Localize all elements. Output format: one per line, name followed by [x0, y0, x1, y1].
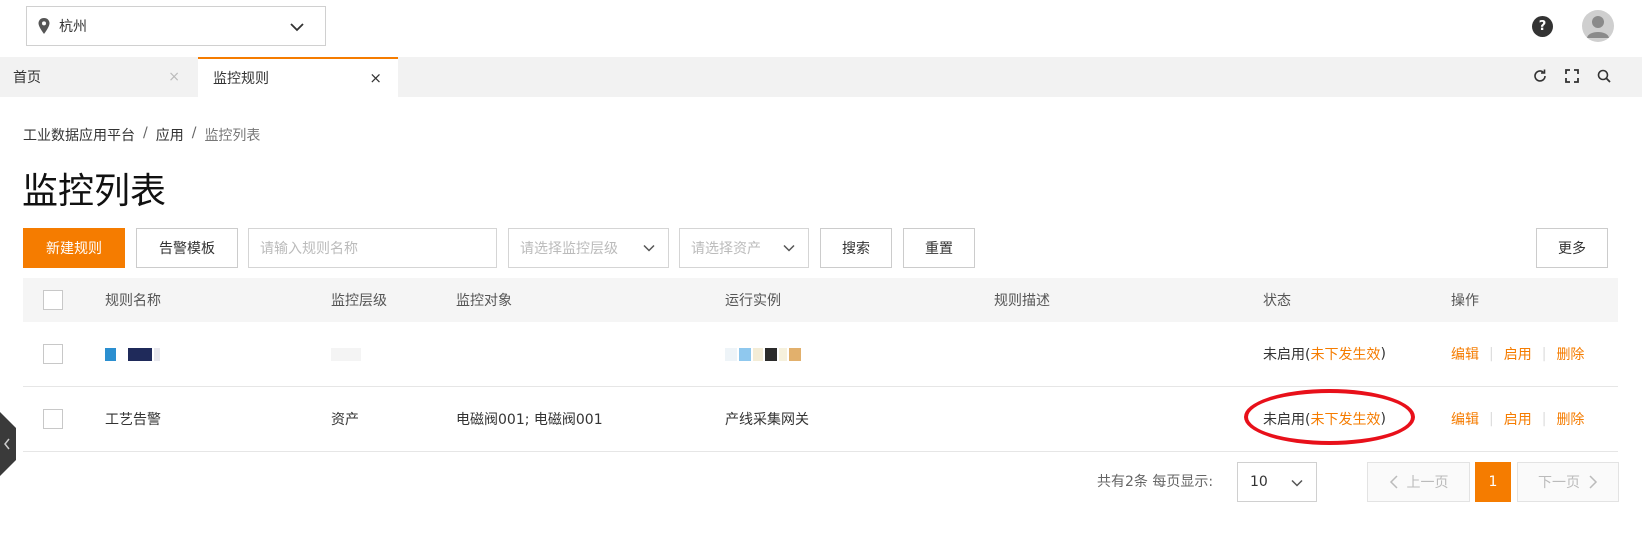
column-header: 操作 [1451, 293, 1479, 309]
tab-bar: 首页 × 监控规则 × [0, 57, 1642, 97]
prev-page-button[interactable]: 上一页 [1367, 462, 1470, 502]
monitor-level-placeholder: 请选择监控层级 [520, 241, 618, 257]
redacted-text [725, 347, 801, 361]
tab-monitor-rules[interactable]: 监控规则 × [198, 57, 398, 97]
column-header: 规则名称 [105, 293, 161, 309]
column-header: 监控层级 [331, 293, 387, 309]
fullscreen-icon[interactable] [1564, 68, 1580, 84]
actions-cell: 编辑 | 启用 | 删除 [1451, 322, 1584, 386]
divider: | [1541, 346, 1547, 362]
page-number-current[interactable]: 1 [1475, 462, 1511, 502]
row-checkbox-cell [43, 322, 63, 386]
select-all-checkbox[interactable] [43, 290, 63, 310]
rule-name-placeholder: 请输入规则名称 [260, 241, 358, 257]
reset-button[interactable]: 重置 [903, 228, 975, 268]
object-cell: 电磁阀001; 电磁阀001 [456, 412, 603, 428]
table-row[interactable]: 未启用(未下发生效) 编辑 | 启用 | 删除 [23, 322, 1618, 387]
edit-link[interactable]: 编辑 [1451, 409, 1479, 429]
status-sub-text: 未下发生效 [1310, 412, 1381, 428]
breadcrumb: 工业数据应用平台 / 应用 / 监控列表 [23, 125, 260, 145]
enable-link[interactable]: 启用 [1504, 344, 1532, 364]
chevron-down-icon [643, 244, 655, 252]
page-title: 监控列表 [22, 171, 167, 212]
prev-page-label: 上一页 [1406, 475, 1449, 491]
chevron-down-icon [290, 23, 304, 32]
table-header: 规则名称 监控层级 监控对象 运行实例 规则描述 状态 操作 [23, 278, 1618, 322]
close-icon[interactable]: × [168, 69, 180, 85]
more-button[interactable]: 更多 [1536, 228, 1608, 268]
rule-name-cell [105, 322, 160, 386]
status-cell: 未启用(未下发生效) [1263, 322, 1386, 386]
city-select-value: 杭州 [59, 19, 87, 35]
chevron-down-icon [783, 244, 795, 252]
city-select[interactable]: 杭州 [26, 6, 326, 46]
row-checkbox-cell [43, 387, 63, 451]
redacted-text [105, 347, 160, 361]
level-cell [331, 322, 361, 386]
alarm-template-button[interactable]: 告警模板 [136, 228, 238, 268]
divider: | [1489, 411, 1494, 427]
pagination-total-text: 共有2条 每页显示: [1097, 474, 1214, 490]
level-cell: 资产 [331, 412, 359, 428]
enable-link[interactable]: 启用 [1504, 409, 1532, 429]
page-size-select[interactable]: 10 [1237, 462, 1317, 502]
row-checkbox[interactable] [43, 344, 63, 364]
top-bar: 杭州 ? [0, 0, 1642, 56]
search-button[interactable]: 搜索 [820, 228, 892, 268]
status-text: 未启用( [1263, 412, 1311, 428]
divider: | [1541, 411, 1547, 427]
breadcrumb-separator: / [191, 125, 197, 141]
breadcrumb-item-platform[interactable]: 工业数据应用平台 [23, 125, 135, 145]
location-pin-icon [38, 18, 50, 34]
help-icon[interactable]: ? [1532, 16, 1553, 37]
breadcrumb-separator: / [143, 125, 148, 141]
delete-link[interactable]: 删除 [1556, 409, 1584, 429]
page-size-value: 10 [1250, 474, 1268, 490]
asset-placeholder: 请选择资产 [691, 241, 761, 257]
select-all-cell [43, 278, 63, 322]
status-text: 未启用( [1263, 347, 1311, 363]
column-header: 状态 [1263, 293, 1291, 309]
breadcrumb-item-current: 监控列表 [204, 128, 261, 144]
actions-cell: 编辑 | 启用 | 删除 [1451, 387, 1584, 451]
chevron-right-icon [1589, 475, 1598, 489]
refresh-icon[interactable] [1532, 68, 1548, 84]
status-sub-text: 未下发生效 [1310, 347, 1381, 363]
close-icon[interactable]: × [369, 69, 382, 87]
tab-home-label: 首页 [13, 70, 41, 86]
tab-home[interactable]: 首页 × [0, 57, 196, 97]
rules-table: 规则名称 监控层级 监控对象 运行实例 规则描述 状态 操作 未启用(未下发生… [23, 278, 1618, 452]
instance-cell: 产线采集网关 [725, 412, 809, 428]
chevron-left-icon [4, 438, 10, 450]
table-row[interactable]: 工艺告警 资产 电磁阀001; 电磁阀001 产线采集网关 未启用(未下发生效)… [23, 387, 1618, 452]
breadcrumb-item-app[interactable]: 应用 [156, 125, 184, 145]
user-avatar-icon[interactable] [1582, 10, 1614, 42]
column-header: 运行实例 [725, 293, 781, 309]
chevron-left-icon [1389, 475, 1398, 489]
status-close: ) [1380, 346, 1386, 362]
next-page-button[interactable]: 下一页 [1517, 462, 1619, 502]
rule-name-cell: 工艺告警 [105, 412, 161, 428]
toolbar: 新建规则 告警模板 请输入规则名称 请选择监控层级 请选择资产 搜索 重置 更多 [23, 228, 1609, 268]
tab-monitor-rules-label: 监控规则 [213, 71, 269, 87]
column-header: 规则描述 [994, 293, 1050, 309]
sidebar-toggle[interactable] [0, 412, 16, 476]
next-page-label: 下一页 [1538, 475, 1580, 491]
row-checkbox[interactable] [43, 409, 63, 429]
tab-tools [1532, 68, 1612, 84]
edit-link[interactable]: 编辑 [1451, 344, 1479, 364]
status-close: ) [1380, 411, 1386, 427]
divider: | [1489, 346, 1494, 362]
column-header: 监控对象 [456, 293, 512, 309]
search-icon[interactable] [1596, 68, 1612, 84]
chevron-down-icon [1291, 479, 1303, 487]
monitor-level-select[interactable]: 请选择监控层级 [508, 228, 669, 268]
status-cell: 未启用(未下发生效) [1263, 387, 1386, 451]
rule-name-input[interactable]: 请输入规则名称 [248, 228, 497, 268]
asset-select[interactable]: 请选择资产 [679, 228, 809, 268]
redacted-text [331, 347, 361, 361]
new-rule-button[interactable]: 新建规则 [23, 228, 125, 268]
instance-cell [725, 322, 801, 386]
delete-link[interactable]: 删除 [1556, 344, 1584, 364]
